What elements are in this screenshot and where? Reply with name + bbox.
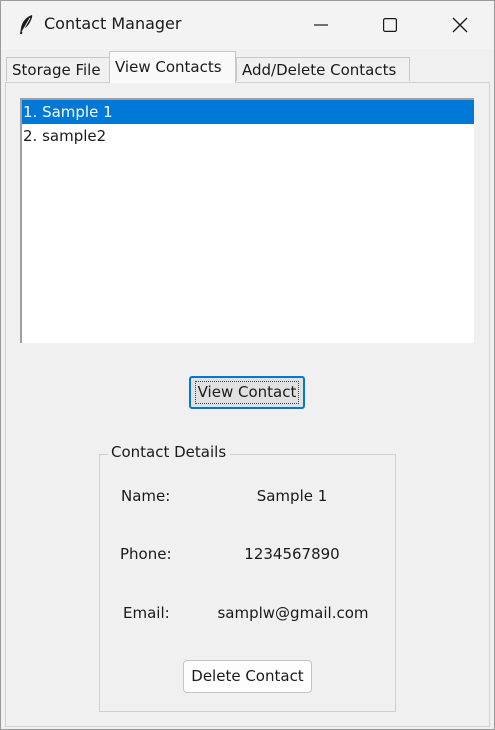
window-title: Contact Manager [44,14,182,33]
feather-icon [17,14,35,36]
notebook-tabs: Storage File View Contacts Add/Delete Co… [1,49,494,83]
tab-storage-file[interactable]: Storage File [6,57,110,81]
phone-label: Phone: [120,545,172,563]
view-contact-button[interactable]: View Contact [189,376,305,409]
maximize-icon [383,18,397,32]
email-label: Email: [123,604,170,622]
minimize-icon [314,18,328,32]
title-bar[interactable]: Contact Manager [1,1,494,49]
list-item[interactable]: 1. Sample 1 [22,100,474,124]
list-item[interactable]: 2. sample2 [22,124,474,148]
contacts-listbox[interactable]: 1. Sample 1 2. sample2 [20,98,474,343]
close-button[interactable] [437,1,483,49]
close-icon [452,17,468,33]
minimize-button[interactable] [298,1,344,49]
name-value: Sample 1 [256,487,328,505]
delete-contact-button[interactable]: Delete Contact [183,660,312,693]
name-label: Name: [121,487,171,505]
tab-view-contacts[interactable]: View Contacts [109,51,236,83]
contact-manager-window: Contact Manager Storage File View Contac… [0,0,495,730]
maximize-button[interactable] [367,1,413,49]
email-value: samplw@gmail.com [217,604,369,622]
view-contact-button-label: View Contact [194,381,300,404]
phone-value: 1234567890 [244,545,340,563]
tab-add-delete-contacts[interactable]: Add/Delete Contacts [236,57,410,81]
contact-details-legend: Contact Details [108,443,231,461]
